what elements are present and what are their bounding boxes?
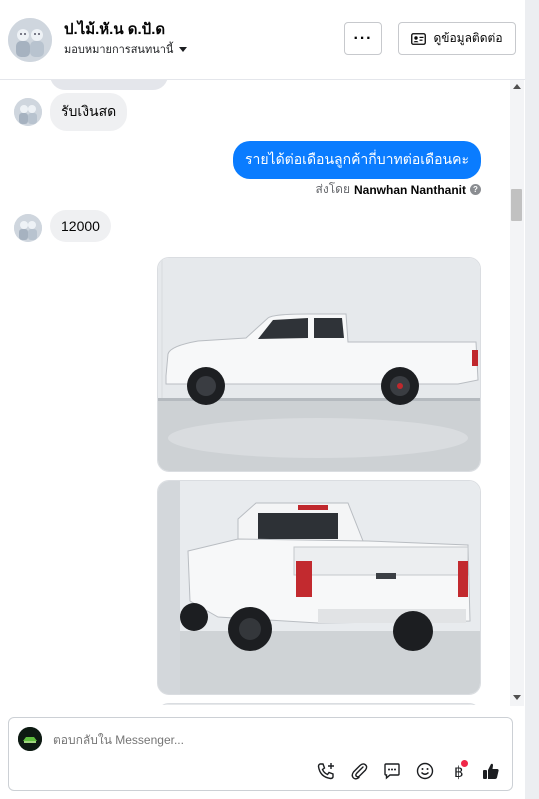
emoji-icon[interactable] — [412, 758, 438, 784]
sent-by-line: ส่งโดย Nanwhan Nanthanit ? — [316, 180, 481, 199]
assign-label: มอบหมายการสนทนานี้ — [64, 44, 174, 56]
sent-by-prefix: ส่งโดย — [315, 182, 350, 196]
message-thread: รับเงินสด รายได้ต่อเดือนลูกค้ากี่บาทต่อเ… — [0, 80, 511, 705]
help-icon[interactable]: ? — [470, 184, 481, 195]
thread-scrollbar[interactable] — [510, 80, 524, 706]
composer-toolbar: ฿ — [313, 758, 504, 784]
sender-avatar — [14, 98, 42, 126]
view-contact-button[interactable]: ดูข้อมูลติดต่อ — [398, 22, 516, 55]
scrollbar-thumb[interactable] — [511, 189, 522, 221]
reply-input[interactable] — [53, 733, 353, 747]
window-edge — [525, 0, 539, 799]
incoming-message[interactable]: 12000 — [50, 210, 111, 242]
more-icon: ··· — [353, 29, 373, 47]
truck-rear-photo[interactable] — [157, 480, 481, 695]
truck-photo-partial[interactable] — [157, 703, 481, 705]
conversation-header: ป.ไม้.หั.น ด.ปั.ด มอบหมายการสนทนานี้ ···… — [0, 0, 525, 80]
page-avatar — [18, 727, 42, 751]
view-contact-label: ดูข้อมูลติดต่อ — [433, 31, 503, 45]
reply-composer: ฿ — [8, 717, 513, 791]
scroll-down-arrow-icon[interactable] — [513, 695, 521, 700]
saved-replies-icon[interactable] — [379, 758, 405, 784]
truck-side-photo[interactable] — [157, 257, 481, 472]
outgoing-message[interactable]: รายได้ต่อเดือนลูกค้ากี่บาทต่อเดือนคะ — [232, 141, 481, 179]
more-options-button[interactable]: ··· — [344, 22, 382, 55]
assign-conversation-dropdown[interactable]: มอบหมายการสนทนานี้ — [64, 40, 188, 58]
contact-name[interactable]: ป.ไม้.หั.น ด.ปั.ด — [64, 17, 165, 41]
notification-dot — [461, 760, 468, 767]
contact-avatar[interactable] — [8, 18, 52, 62]
sent-by-name: Nanwhan Nanthanit — [353, 182, 466, 197]
dropdown-caret-icon — [179, 46, 188, 52]
call-add-icon[interactable] — [313, 758, 339, 784]
like-icon[interactable] — [478, 758, 504, 784]
contact-card-icon — [411, 32, 427, 45]
attach-icon[interactable] — [346, 758, 372, 784]
baht-payment-icon[interactable]: ฿ — [445, 758, 471, 784]
sender-avatar — [14, 214, 42, 242]
previous-message-bubble — [50, 80, 168, 90]
incoming-message[interactable]: รับเงินสด — [50, 93, 128, 131]
scroll-up-arrow-icon[interactable] — [513, 84, 521, 89]
